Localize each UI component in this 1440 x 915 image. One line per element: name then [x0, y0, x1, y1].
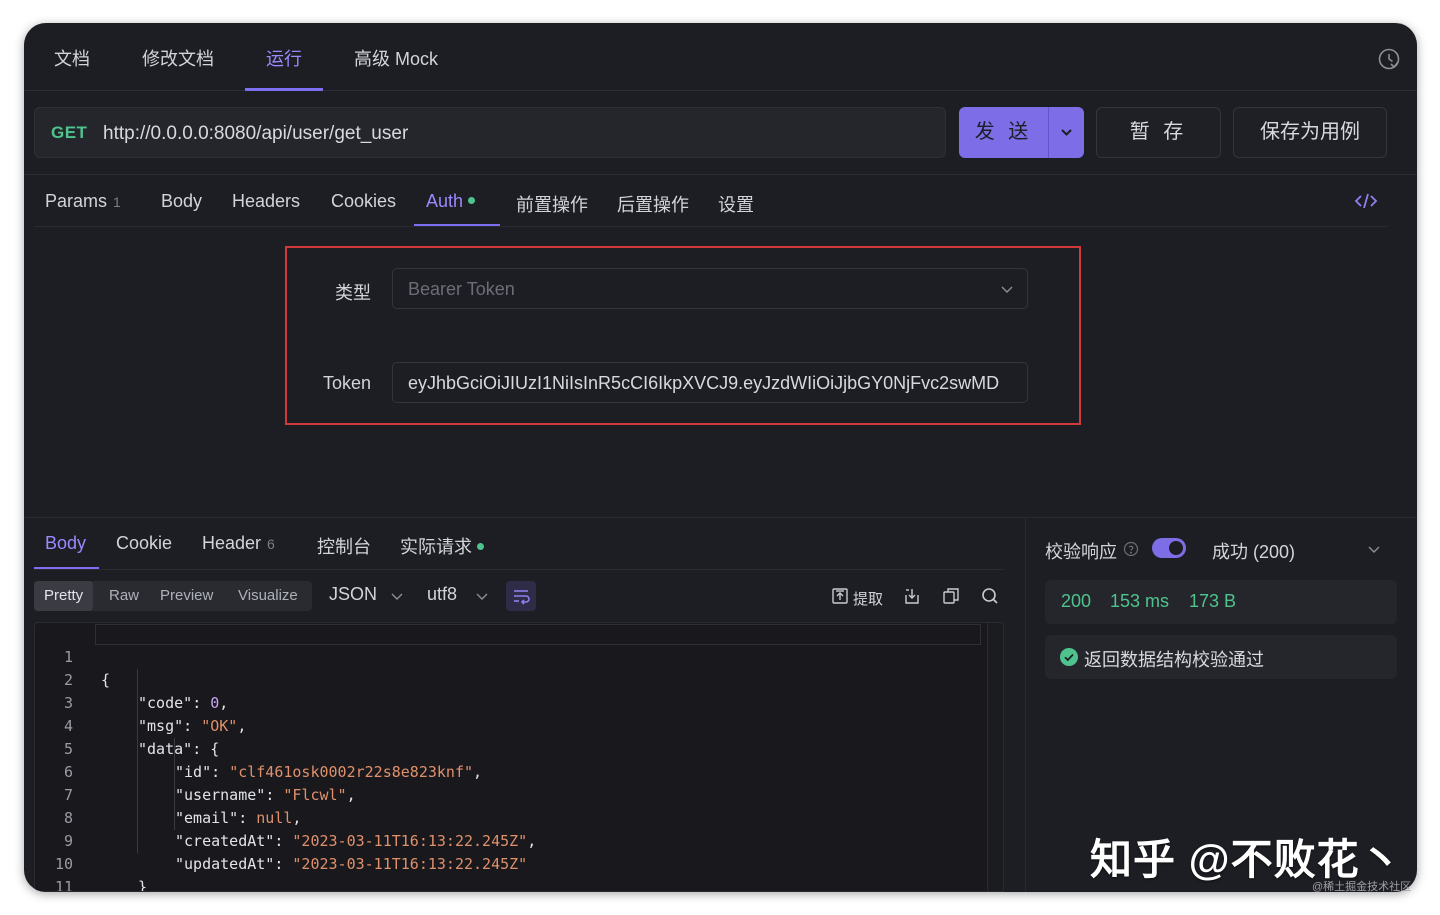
view-raw[interactable]: Raw — [99, 581, 149, 611]
auth-type-select[interactable]: Bearer Token — [392, 268, 1028, 309]
help-icon[interactable] — [1123, 541, 1139, 557]
response-code-editor[interactable]: 1 { 2 "code": 0, 3 "msg": "OK", 4 "data"… — [34, 622, 1004, 892]
tab-advanced-mock[interactable]: 高级 Mock — [354, 45, 438, 71]
code-line: 9 "updatedAt": "2023-03-11T16:13:22.245Z… — [35, 807, 1003, 873]
tab-cookies[interactable]: Cookies — [331, 191, 396, 212]
history-icon[interactable] — [1377, 47, 1401, 71]
tab-params[interactable]: Params 1 — [45, 191, 121, 212]
format-select[interactable]: JSON — [329, 584, 377, 605]
wrap-icon — [514, 590, 530, 605]
tab-console[interactable]: 控制台 — [317, 533, 371, 559]
code-line: 7 "email": null, — [35, 761, 1003, 827]
status-code: 200 — [1061, 591, 1092, 611]
send-label[interactable]: 发 送 — [959, 107, 1048, 158]
tab-response-header-label: Header — [202, 533, 262, 553]
divider — [34, 226, 1387, 227]
auth-token-input[interactable]: eyJhbGciOiJIUzI1NiIsInR5cCI6IkpXVCJ9.eyJ… — [392, 362, 1028, 403]
code-text: } — [138, 878, 148, 892]
tab-headers[interactable]: Headers — [232, 191, 300, 212]
extract-icon[interactable] — [831, 587, 849, 605]
download-icon[interactable] — [903, 587, 921, 605]
top-tab-bar: 文档 修改文档 运行 高级 Mock — [24, 23, 1417, 91]
tab-edit-docs[interactable]: 修改文档 — [142, 45, 214, 71]
code-line: 3 "msg": "OK", — [35, 669, 1003, 735]
app-window: 文档 修改文档 运行 高级 Mock GET http://0.0.0.0:80… — [24, 23, 1417, 892]
response-time: 153 ms — [1110, 591, 1170, 611]
response-status-select[interactable]: 成功 (200) — [1212, 538, 1295, 564]
chevron-down-icon — [476, 593, 488, 600]
tab-run[interactable]: 运行 — [266, 45, 302, 71]
chevron-down-icon[interactable] — [1049, 107, 1084, 158]
validate-toggle[interactable] — [1152, 538, 1186, 558]
tab-auth[interactable]: Auth — [426, 191, 476, 212]
tab-response-body[interactable]: Body — [45, 533, 86, 554]
tab-response-cookie[interactable]: Cookie — [116, 533, 172, 554]
code-line: 11 } — [35, 853, 1003, 891]
copy-icon[interactable] — [942, 587, 960, 605]
validation-result: 返回数据结构校验通过 — [1045, 635, 1397, 679]
validate-response-label: 校验响应 — [1045, 542, 1117, 562]
tab-params-label: Params — [45, 191, 108, 211]
tab-actual-request[interactable]: 实际请求 — [400, 533, 484, 559]
active-tab-indicator — [245, 88, 323, 91]
view-mode-switch: Pretty Raw Preview Visualize — [34, 581, 312, 611]
chevron-down-icon — [1001, 286, 1013, 293]
header-count-badge: 6 — [267, 536, 275, 552]
view-visualize[interactable]: Visualize — [228, 581, 308, 611]
tab-response-header[interactable]: Header 6 — [202, 533, 275, 554]
stash-button[interactable]: 暂 存 — [1096, 107, 1221, 158]
tab-body[interactable]: Body — [161, 191, 202, 212]
word-wrap-button[interactable] — [506, 581, 536, 611]
params-count-badge: 1 — [113, 194, 121, 210]
auth-token-value: eyJhbGciOiJIUzI1NiIsInR5cCI6IkpXVCJ9.eyJ… — [408, 373, 1000, 393]
code-line: 4 "data": { — [35, 692, 1003, 758]
code-line: 10 } — [35, 830, 1003, 891]
check-circle-icon — [1060, 648, 1078, 666]
response-size: 173 B — [1189, 591, 1237, 611]
response-metrics: 200 153 ms 173 B — [1045, 580, 1397, 624]
url-input[interactable]: GET http://0.0.0.0:8080/api/user/get_use… — [34, 107, 946, 158]
code-line: 8 "createdAt": "2023-03-11T16:13:22.245Z… — [35, 784, 1003, 850]
view-pretty[interactable]: Pretty — [34, 581, 94, 611]
code-line: 2 "code": 0, — [35, 646, 1003, 712]
http-method[interactable]: GET — [51, 123, 87, 143]
toggle-knob — [1169, 541, 1183, 555]
save-as-example-button[interactable]: 保存为用例 — [1233, 107, 1387, 158]
tab-actual-request-label: 实际请求 — [400, 537, 472, 557]
encoding-select[interactable]: utf8 — [427, 584, 457, 605]
tab-docs[interactable]: 文档 — [54, 45, 90, 71]
auth-token-label: Token — [322, 373, 371, 393]
tab-post-actions[interactable]: 后置操作 — [617, 191, 689, 217]
chevron-down-icon[interactable] — [1366, 541, 1382, 557]
request-tab-bar: Params 1 Body Headers Cookies Auth 前置操作 后… — [24, 175, 1417, 227]
extract-button[interactable]: 提取 — [853, 588, 883, 609]
editor-scrollbar[interactable] — [987, 623, 1003, 891]
validation-result-text: 返回数据结构校验通过 — [1084, 650, 1264, 670]
url-text[interactable]: http://0.0.0.0:8080/api/user/get_user — [103, 123, 408, 145]
code-line: 5 "id": "clf461osk0002r22s8e823knf", — [35, 715, 1003, 781]
divider — [34, 569, 1004, 570]
tab-settings[interactable]: 设置 — [718, 191, 754, 217]
code-line: 6 "username": "Flcwl", — [35, 738, 1003, 804]
status-dot — [468, 197, 476, 204]
auth-type-label: 类型 — [335, 283, 371, 303]
view-preview[interactable]: Preview — [150, 581, 223, 611]
code-line: 1 { — [35, 623, 1003, 689]
line-number: 11 — [54, 878, 73, 892]
search-icon[interactable] — [981, 587, 999, 605]
status-dot — [477, 543, 484, 550]
auth-type-value: Bearer Token — [408, 279, 515, 299]
tab-pre-actions[interactable]: 前置操作 — [516, 191, 588, 217]
tab-auth-label: Auth — [426, 191, 464, 211]
response-tab-bar: Body Cookie Header 6 控制台 实际请求 — [24, 518, 1014, 569]
code-icon[interactable] — [1354, 191, 1378, 211]
send-button[interactable]: 发 送 — [959, 107, 1084, 158]
juejin-watermark: @稀土掘金技术社区 — [1312, 881, 1412, 893]
divider — [1025, 518, 1026, 892]
chevron-down-icon — [391, 593, 403, 600]
